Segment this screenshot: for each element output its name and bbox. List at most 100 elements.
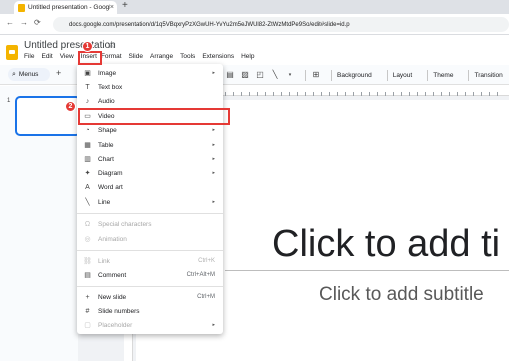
shortcut-label: Ctrl+M bbox=[197, 294, 215, 300]
slide-number: 1 bbox=[7, 98, 11, 104]
insert-image-item[interactable]: ▣ Image ▸ bbox=[77, 66, 223, 80]
menu-arrange[interactable]: Arrange bbox=[150, 53, 173, 63]
menu-tools[interactable]: Tools bbox=[180, 53, 195, 63]
diagram-icon: ✦ bbox=[84, 170, 91, 177]
toolbar-divider bbox=[331, 69, 332, 81]
insert-special-characters-item: Ω Special characters bbox=[77, 217, 223, 231]
menu-item-label: Word art bbox=[98, 183, 123, 191]
menu-item-label: Image bbox=[98, 69, 117, 77]
menu-slide[interactable]: Slide bbox=[129, 53, 143, 63]
insert-chart-item[interactable]: ▥ Chart ▸ bbox=[77, 152, 223, 166]
toolbar-divider bbox=[468, 69, 470, 81]
title-box-border bbox=[225, 270, 509, 271]
menus-search-button[interactable]: ⌕ Menus bbox=[8, 68, 50, 81]
menu-help[interactable]: Help bbox=[241, 53, 254, 63]
insert-comment-item[interactable]: ▤ Comment Ctrl+Alt+M bbox=[77, 268, 223, 282]
animation-icon: ◎ bbox=[84, 236, 91, 243]
chart-icon: ▥ bbox=[84, 156, 91, 163]
menu-divider bbox=[77, 250, 223, 251]
toolbar-divider bbox=[386, 69, 388, 81]
menu-item-label: Link bbox=[98, 257, 110, 265]
insert-word-art-item[interactable]: A Word art bbox=[77, 180, 223, 194]
chevron-right-icon: ▸ bbox=[212, 142, 215, 148]
step-2-badge: 2 bbox=[65, 101, 76, 112]
chevron-right-icon: ▸ bbox=[212, 199, 215, 205]
comment-icon: ▤ bbox=[84, 272, 91, 279]
ruler-ticks bbox=[225, 92, 505, 96]
text-box-icon[interactable]: ▤ bbox=[225, 70, 235, 80]
menu-item-label: Audio bbox=[98, 97, 115, 105]
menu-edit[interactable]: Edit bbox=[41, 53, 52, 63]
theme-button[interactable]: Theme bbox=[433, 72, 453, 79]
placeholder-icon: ▢ bbox=[84, 322, 91, 329]
menu-item-label: Special characters bbox=[98, 220, 152, 228]
line-icon: ╲ bbox=[85, 199, 90, 206]
menu-item-label: Line bbox=[98, 198, 111, 206]
menu-file[interactable]: File bbox=[24, 53, 34, 63]
menu-item-label: Shape bbox=[98, 126, 117, 134]
star-icon[interactable]: ☆ bbox=[107, 40, 116, 51]
insert-placeholder-item: ▢ Placeholder ▸ bbox=[77, 318, 223, 332]
omega-icon: Ω bbox=[84, 220, 91, 228]
chevron-right-icon: ▸ bbox=[212, 170, 215, 176]
comment-icon[interactable]: ⊞ bbox=[311, 70, 321, 80]
transition-button[interactable]: Transition bbox=[474, 72, 502, 79]
reload-icon[interactable]: ⟳ bbox=[34, 18, 41, 27]
menu-view[interactable]: View bbox=[60, 53, 74, 63]
search-icon: ⌕ bbox=[12, 70, 16, 78]
line-icon[interactable]: ╲ bbox=[270, 70, 280, 80]
video-highlight-box bbox=[78, 108, 230, 125]
menu-divider bbox=[77, 286, 223, 287]
chevron-right-icon: ▸ bbox=[212, 156, 215, 162]
audio-icon: ♪ bbox=[85, 97, 90, 105]
browser-tab-title: Untitled presentation - Google bbox=[28, 4, 110, 11]
title-placeholder[interactable]: Click to add ti bbox=[272, 223, 500, 266]
insert-line-item[interactable]: ╲ Line ▸ bbox=[77, 195, 223, 209]
insert-link-item: ⛓ Link Ctrl+K bbox=[77, 254, 223, 268]
insert-shape-item[interactable]: ◔ Shape ▸ bbox=[77, 123, 223, 137]
back-icon[interactable]: ← bbox=[6, 18, 14, 27]
step-1-badge: 1 bbox=[82, 41, 93, 52]
background-button[interactable]: Background bbox=[337, 72, 372, 79]
insert-new-slide-item[interactable]: + New slide Ctrl+M bbox=[77, 290, 223, 304]
menu-item-label: Animation bbox=[98, 235, 127, 243]
menu-item-label: Text box bbox=[98, 83, 123, 91]
insert-text-box-item[interactable]: T Text box bbox=[77, 80, 223, 94]
insert-slide-numbers-item[interactable]: # Slide numbers bbox=[77, 304, 223, 318]
document-title[interactable]: Untitled presentation bbox=[24, 40, 116, 51]
new-slide-button[interactable]: + bbox=[56, 68, 61, 78]
link-icon: ⛓ bbox=[83, 258, 92, 265]
menu-bar: File Edit View Insert Format Slide Arran… bbox=[24, 53, 261, 63]
menu-item-label: New slide bbox=[98, 293, 127, 301]
insert-diagram-item[interactable]: ✦ Diagram ▸ bbox=[77, 166, 223, 180]
chevron-right-icon: ▸ bbox=[212, 322, 215, 328]
shape-icon[interactable]: ◰ bbox=[255, 70, 265, 80]
word-art-icon: A bbox=[85, 183, 90, 191]
insert-audio-item[interactable]: ♪ Audio bbox=[77, 94, 223, 108]
menu-format[interactable]: Format bbox=[101, 53, 122, 63]
chevron-right-icon: ▸ bbox=[212, 70, 215, 76]
url-field[interactable]: docs.google.com/presentation/d/1q5VBqxry… bbox=[53, 17, 509, 32]
browser-tab[interactable]: Untitled presentation - Google × bbox=[14, 1, 117, 14]
menu-item-label: Diagram bbox=[98, 169, 123, 177]
image-icon[interactable]: ▨ bbox=[240, 70, 250, 80]
menu-divider bbox=[77, 213, 223, 214]
toolbar-right-group: ▤ ▨ ◰ ╲ ▾ ⊞ Background Layout Theme Tran… bbox=[225, 68, 509, 82]
table-icon: ▦ bbox=[84, 142, 91, 149]
chevron-down-icon[interactable]: ▾ bbox=[285, 70, 295, 80]
new-tab-button[interactable]: + bbox=[122, 0, 128, 11]
menu-extensions[interactable]: Extensions bbox=[202, 53, 234, 63]
slides-logo-icon[interactable] bbox=[6, 45, 18, 60]
insert-highlight-box bbox=[78, 51, 102, 65]
menu-item-label: Comment bbox=[98, 271, 127, 279]
slides-favicon-icon bbox=[18, 3, 25, 12]
menu-item-label: Table bbox=[98, 141, 114, 149]
shape-icon: ◔ bbox=[85, 126, 90, 134]
menu-item-label: Chart bbox=[98, 155, 114, 163]
subtitle-placeholder[interactable]: Click to add subtitle bbox=[319, 284, 484, 306]
close-tab-icon[interactable]: × bbox=[110, 4, 114, 11]
chevron-right-icon: ▸ bbox=[212, 127, 215, 133]
forward-icon[interactable]: → bbox=[20, 18, 28, 27]
insert-table-item[interactable]: ▦ Table ▸ bbox=[77, 138, 223, 152]
layout-button[interactable]: Layout bbox=[393, 72, 413, 79]
